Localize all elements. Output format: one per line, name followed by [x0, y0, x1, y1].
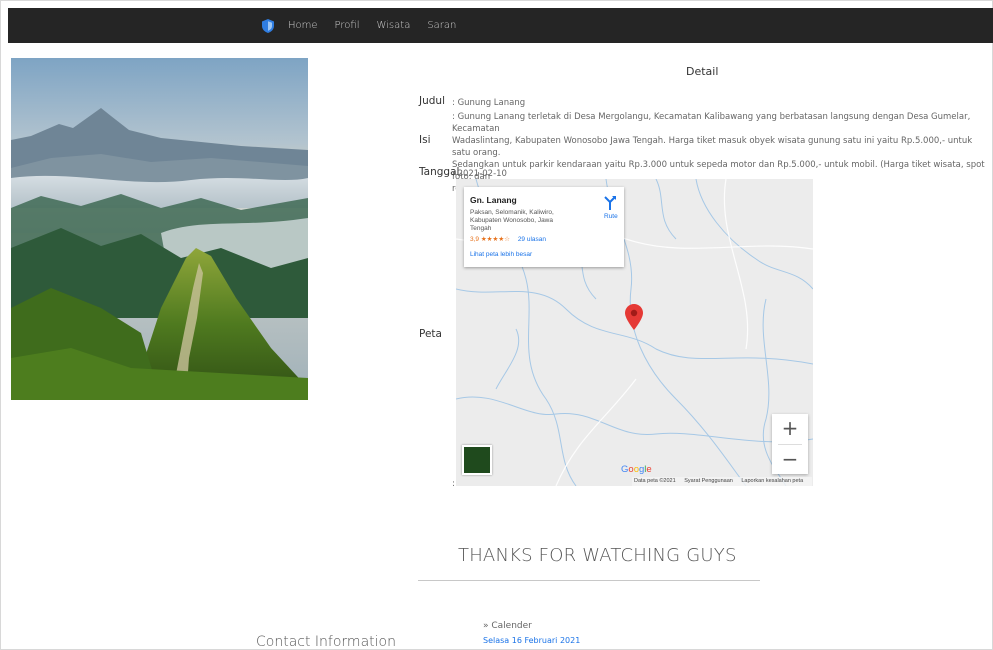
map-zoom-controls: + −: [772, 414, 808, 474]
judul-label: Judul: [419, 95, 445, 107]
report-error-link[interactable]: Laporkan kesalahan peta: [741, 478, 803, 484]
nav-saran-link[interactable]: Saran: [427, 20, 456, 31]
larger-map-link[interactable]: Lihat peta lebih besar: [470, 251, 532, 258]
isi-line: : Gunung Lanang terletak di Desa Mergola…: [452, 112, 971, 134]
calendar-label: » Calender: [483, 621, 532, 631]
nav-wisata-link[interactable]: Wisata: [376, 20, 410, 31]
embedded-map[interactable]: Gn. Lanang Paksan, Selomanik, Kaliwiro, …: [456, 179, 813, 486]
peta-colon: :: [452, 479, 455, 489]
shield-logo-icon[interactable]: [262, 18, 274, 33]
thanks-heading: THANKS FOR WATCHING GUYS: [458, 545, 737, 566]
zoom-in-button[interactable]: +: [772, 414, 808, 443]
rating-value: 3,9: [470, 236, 480, 243]
satellite-toggle-thumbnail[interactable]: [462, 445, 492, 475]
directions-label[interactable]: Rute: [604, 213, 618, 220]
google-logo: Google: [621, 464, 652, 475]
contact-information-heading: Contact Information: [256, 634, 396, 650]
zoom-out-button[interactable]: −: [772, 445, 808, 474]
nav-menu: Home Profil Wisata Saran: [260, 8, 473, 43]
isi-line: Wadaslintang, Kabupaten Wonosobo Jawa Te…: [452, 136, 973, 158]
nav-profil-link[interactable]: Profil: [335, 20, 360, 31]
directions-icon[interactable]: [602, 195, 618, 211]
place-name: Gn. Lanang: [470, 195, 517, 205]
rating-stars-icon: ★★★★☆: [480, 236, 510, 243]
reviews-link[interactable]: 29 ulasan: [518, 236, 546, 243]
isi-label: Isi: [419, 134, 431, 146]
place-info-card: Gn. Lanang Paksan, Selomanik, Kaliwiro, …: [464, 187, 624, 267]
map-footer: Data peta ©2021 Syarat Penggunaan Lapork…: [632, 477, 813, 486]
nav-home-link[interactable]: Home: [288, 20, 318, 31]
detail-heading: Detail: [686, 65, 719, 78]
judul-value: : Gunung Lanang: [452, 98, 526, 108]
top-navbar: Home Profil Wisata Saran: [8, 8, 993, 43]
mountain-photo: [11, 58, 308, 400]
place-address: Paksan, Selomanik, Kaliwiro, Kabupaten W…: [470, 209, 554, 232]
calendar-date[interactable]: Selasa 16 Februari 2021: [483, 636, 580, 645]
map-data-credit: Data peta ©2021: [634, 478, 676, 484]
peta-label: Peta: [419, 328, 442, 340]
divider: [418, 580, 760, 581]
map-pin-icon[interactable]: [625, 304, 643, 330]
place-rating: 3,9 ★★★★☆ 29 ulasan: [470, 235, 546, 243]
terms-link[interactable]: Syarat Penggunaan: [684, 478, 733, 484]
